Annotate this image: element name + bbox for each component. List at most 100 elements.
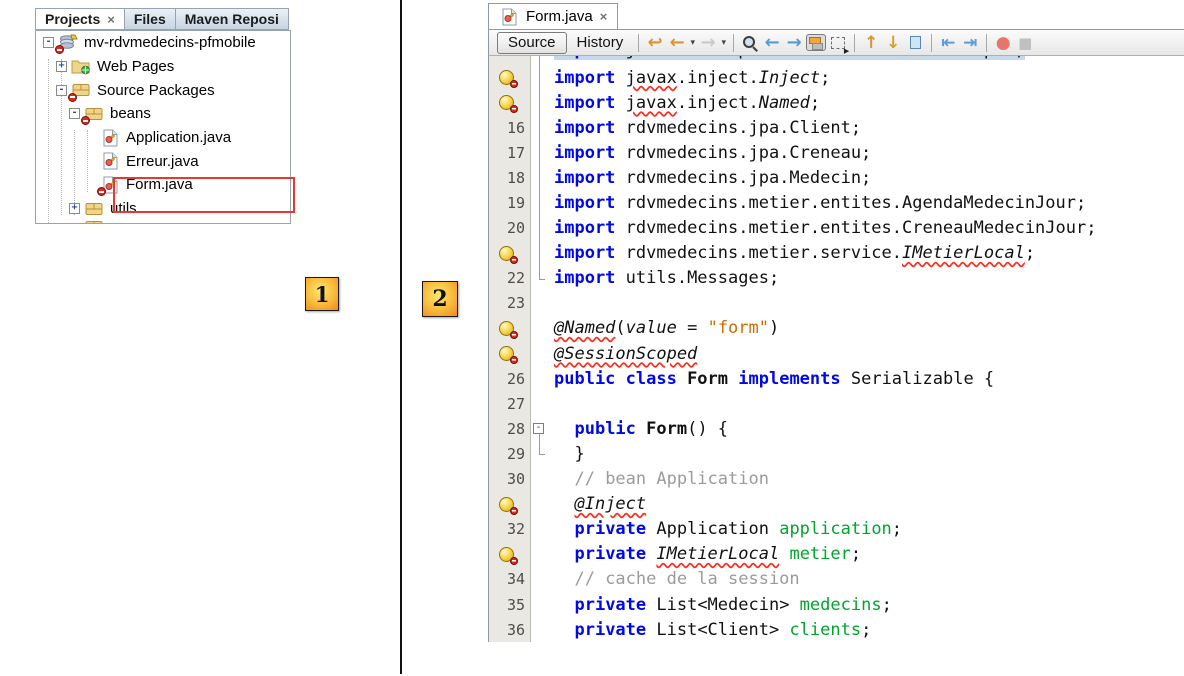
select-rectangular-icon[interactable] <box>827 32 849 54</box>
tree-item-source-packages[interactable]: -Source Packages <box>36 78 290 102</box>
gutter-cell[interactable] <box>489 65 531 90</box>
expand-toggle-icon[interactable]: + <box>69 203 80 214</box>
fold-margin[interactable] <box>531 517 549 542</box>
collapse-toggle-icon[interactable]: - <box>56 85 67 96</box>
code-line-partial[interactable]: import javax.enterprise.context.SessionS… <box>489 56 1184 65</box>
gutter-cell[interactable]: 17 <box>489 140 531 165</box>
code-line[interactable]: @SessionScoped <box>489 341 1184 366</box>
code-line[interactable]: 18import rdvmedecins.jpa.Medecin; <box>489 165 1184 190</box>
code-line[interactable]: 30 // bean Application <box>489 467 1184 492</box>
expand-toggle-icon[interactable]: + <box>56 61 67 72</box>
code-line[interactable]: 20import rdvmedecins.metier.entites.Cren… <box>489 216 1184 241</box>
tab-maven-reposi[interactable]: Maven Reposi <box>176 8 289 30</box>
gutter-cell[interactable] <box>489 542 531 567</box>
collapse-toggle-icon[interactable]: - <box>69 108 80 119</box>
fold-margin[interactable] <box>531 467 549 492</box>
code-line[interactable]: 16import rdvmedecins.jpa.Client; <box>489 115 1184 140</box>
warning-bulb-icon[interactable] <box>499 95 514 110</box>
gutter-cell[interactable] <box>489 56 531 65</box>
gutter-cell[interactable] <box>489 90 531 115</box>
forward-dropdown-icon[interactable]: ▾ <box>719 32 728 54</box>
fold-margin[interactable] <box>531 266 549 291</box>
previous-occurrence-icon[interactable]: ↑ <box>860 32 882 54</box>
fold-margin[interactable] <box>531 592 549 617</box>
fold-margin[interactable]: - <box>531 416 549 441</box>
source-view-button[interactable]: Source <box>497 32 567 54</box>
fold-margin[interactable] <box>531 115 549 140</box>
fold-margin[interactable] <box>531 391 549 416</box>
fold-margin[interactable] <box>531 165 549 190</box>
gutter-cell[interactable]: 16 <box>489 115 531 140</box>
editor-tab-form-java[interactable]: Form.java × <box>488 3 618 29</box>
warning-bulb-icon[interactable] <box>499 346 514 361</box>
gutter-cell[interactable]: 19 <box>489 190 531 215</box>
warning-bulb-icon[interactable] <box>499 70 514 85</box>
shift-line-left-icon[interactable]: ⇤ <box>937 32 959 54</box>
shift-line-right-icon[interactable]: ⇥ <box>959 32 981 54</box>
fold-margin[interactable] <box>531 542 549 567</box>
code-line[interactable]: import javax.inject.Inject; <box>489 65 1184 90</box>
code-line[interactable]: 34 // cache de la session <box>489 567 1184 592</box>
gutter-cell[interactable]: 32 <box>489 517 531 542</box>
tree-item-mv-rdvmedecins-pfmobile[interactable]: -mv-rdvmedecins-pfmobile <box>36 31 290 55</box>
stop-macro-icon[interactable]: ■ <box>1014 32 1036 54</box>
tree-item-erreur-java[interactable]: Erreur.java <box>36 149 290 173</box>
fold-collapse-icon[interactable]: - <box>533 423 544 434</box>
record-macro-icon[interactable]: ● <box>992 32 1014 54</box>
find-selection-icon[interactable] <box>739 32 761 54</box>
code-line[interactable]: 19import rdvmedecins.metier.entites.Agen… <box>489 190 1184 215</box>
warning-bulb-icon[interactable] <box>499 321 514 336</box>
code-line[interactable]: 36 private List<Client> clients; <box>489 617 1184 642</box>
forward-icon[interactable]: → <box>697 32 719 54</box>
gutter-cell[interactable]: 29 <box>489 441 531 466</box>
last-edit-position-icon[interactable]: ↩ <box>644 32 666 54</box>
tab-projects[interactable]: Projects× <box>35 8 125 30</box>
fold-margin[interactable] <box>531 567 549 592</box>
fold-margin[interactable] <box>531 241 549 266</box>
gutter-cell[interactable]: 27 <box>489 391 531 416</box>
code-line[interactable]: private IMetierLocal metier; <box>489 542 1184 567</box>
close-icon[interactable]: × <box>600 10 608 23</box>
gutter-cell[interactable]: 28 <box>489 416 531 441</box>
gutter-cell[interactable]: 36 <box>489 617 531 642</box>
fold-margin[interactable] <box>531 140 549 165</box>
code-line[interactable]: import javax.inject.Named; <box>489 90 1184 115</box>
code-line[interactable]: 35 private List<Medecin> medecins; <box>489 592 1184 617</box>
gutter-cell[interactable]: 22 <box>489 266 531 291</box>
fold-margin[interactable] <box>531 90 549 115</box>
tree-item-beans[interactable]: -beans <box>36 102 290 126</box>
code-line[interactable]: 28- public Form() { <box>489 416 1184 441</box>
history-view-button[interactable]: History <box>577 34 624 51</box>
fold-margin[interactable] <box>531 216 549 241</box>
code-line[interactable]: 32 private Application application; <box>489 517 1184 542</box>
code-line[interactable]: 29 } <box>489 441 1184 466</box>
warning-bulb-icon[interactable] <box>499 246 514 261</box>
fold-margin[interactable] <box>531 291 549 316</box>
fold-margin[interactable] <box>531 492 549 517</box>
matching-occurrence-icon[interactable] <box>904 32 926 54</box>
code-line[interactable]: 17import rdvmedecins.jpa.Creneau; <box>489 140 1184 165</box>
gutter-cell[interactable]: 18 <box>489 165 531 190</box>
gutter-cell[interactable]: 30 <box>489 467 531 492</box>
code-line[interactable]: 26public class Form implements Serializa… <box>489 366 1184 391</box>
code-line[interactable]: import rdvmedecins.metier.service.IMetie… <box>489 241 1184 266</box>
gutter-cell[interactable]: 35 <box>489 592 531 617</box>
toggle-highlight-icon[interactable] <box>805 32 827 54</box>
gutter-cell[interactable]: 20 <box>489 216 531 241</box>
back-dropdown-icon[interactable]: ▾ <box>688 32 697 54</box>
fold-margin[interactable] <box>531 190 549 215</box>
tab-files[interactable]: Files <box>125 8 176 30</box>
find-next-icon[interactable]: → <box>783 32 805 54</box>
gutter-cell[interactable] <box>489 341 531 366</box>
find-previous-icon[interactable]: ← <box>761 32 783 54</box>
gutter-cell[interactable]: 26 <box>489 366 531 391</box>
code-line[interactable]: 27 <box>489 391 1184 416</box>
tree-item-web-pages[interactable]: +Web Pages <box>36 55 290 79</box>
code-line[interactable]: @Inject <box>489 492 1184 517</box>
warning-bulb-icon[interactable] <box>499 497 514 512</box>
code-area[interactable]: import javax.enterprise.context.SessionS… <box>488 56 1184 642</box>
gutter-cell[interactable] <box>489 241 531 266</box>
fold-margin[interactable] <box>531 341 549 366</box>
warning-bulb-icon[interactable] <box>499 547 514 562</box>
code-line[interactable]: @Named(value = "form") <box>489 316 1184 341</box>
